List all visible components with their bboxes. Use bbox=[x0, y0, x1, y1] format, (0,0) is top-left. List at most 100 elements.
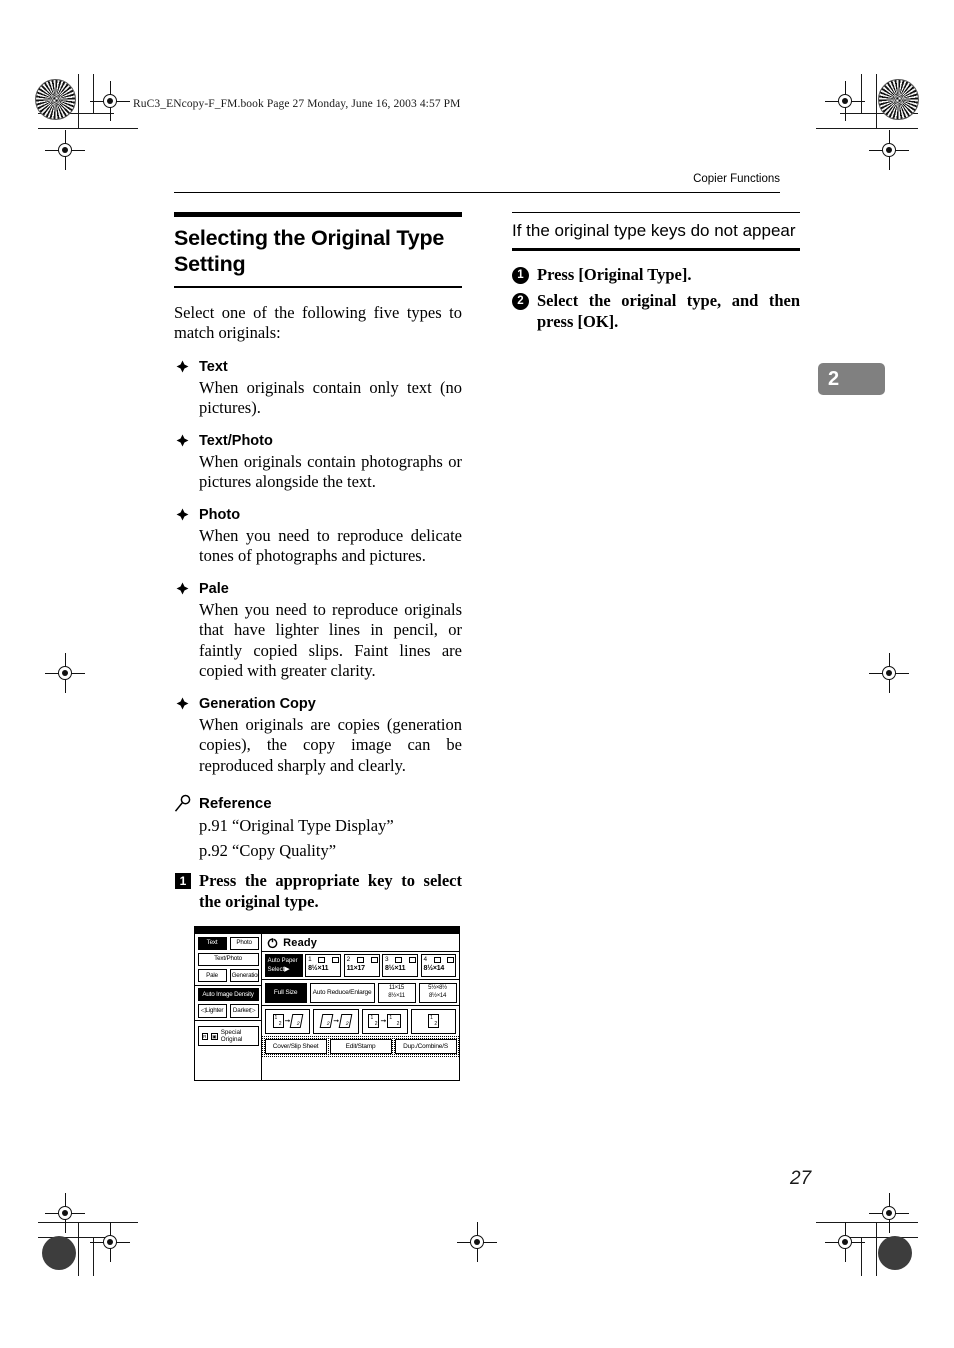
lcd-key-dup-combine-series[interactable]: Dup./Combine/S bbox=[394, 1039, 457, 1055]
lcd-key-tray-2[interactable]: 2 11×17 bbox=[343, 954, 380, 978]
lcd-key-photo[interactable]: Photo bbox=[229, 936, 259, 950]
tray-4-size: 8½×14 bbox=[423, 964, 445, 972]
right-step-2-text: Select the original type, and then press… bbox=[537, 291, 800, 331]
original-type-text-photo-desc: When originals contain photographs or pi… bbox=[199, 451, 462, 492]
diamond-bullet-icon bbox=[176, 434, 189, 447]
page-number: 27 bbox=[790, 1168, 812, 1189]
tray-sheet-icon bbox=[318, 957, 326, 964]
ratio-2-top: 5½×8½ bbox=[428, 985, 447, 992]
lcd-key-duplex-1to2[interactable]: 12 ➞ 2 bbox=[264, 1008, 311, 1034]
lcd-key-cover-slip-sheet[interactable]: Cover/Slip Sheet bbox=[264, 1039, 327, 1055]
reference-label: Reference bbox=[199, 795, 272, 813]
section-rule-top bbox=[174, 212, 462, 217]
lcd-key-generation[interactable]: Generation bbox=[229, 968, 259, 983]
book-file-header: RuC3_ENcopy-F_FM.book Page 27 Monday, Ju… bbox=[133, 98, 461, 110]
original-type-photo: Photo When you need to reproduce delicat… bbox=[174, 506, 462, 567]
original-type-photo-label: Photo bbox=[199, 506, 241, 523]
image-density-group: Auto Image Density ◁Lighter Darker▷ bbox=[195, 986, 262, 1022]
registration-mark-bottom-left-lower bbox=[90, 1222, 130, 1262]
tray-3-top: 3 bbox=[385, 956, 417, 965]
page-title: Selecting the Original Type Setting bbox=[174, 226, 445, 276]
lcd-key-auto-paper-select[interactable]: Auto Paper Select▶ bbox=[264, 954, 303, 978]
tray-3-number: 3 bbox=[385, 956, 389, 964]
lcd-key-text[interactable]: Text bbox=[197, 936, 227, 950]
registration-mark-top-left bbox=[90, 81, 130, 121]
auto-paper-select-line2: Select▶ bbox=[268, 966, 300, 975]
lcd-key-tray-3[interactable]: 3 8½×11 bbox=[382, 954, 419, 978]
lcd-key-tray-4[interactable]: 4 8½×14 bbox=[420, 954, 457, 978]
special-original-group: R ▣ Special Original bbox=[195, 1021, 261, 1049]
lcd-key-special-original[interactable]: R ▣ Special Original bbox=[197, 1026, 259, 1047]
status-bar: Ready bbox=[262, 934, 459, 953]
original-type-text-label: Text bbox=[199, 358, 228, 375]
lcd-key-ratio-2[interactable]: 5½×8½ 8½×14 bbox=[418, 982, 457, 1003]
print-control-patch-top-right bbox=[878, 79, 919, 120]
page-icon-simplex: 12 bbox=[428, 1014, 440, 1029]
ratio-1-bottom: 8½×11 bbox=[388, 992, 405, 999]
tray-4-top: 4 bbox=[424, 956, 455, 965]
original-type-text-photo-label: Text/Photo bbox=[199, 432, 273, 449]
lcd-key-combine-2to1[interactable]: 12 ➞ 12 bbox=[362, 1008, 408, 1034]
arrow-right-icon: ➞ bbox=[380, 1017, 387, 1025]
original-type-generation-copy-heading: Generation Copy bbox=[174, 695, 462, 714]
magnifier-icon bbox=[174, 794, 193, 813]
original-type-text-desc: When originals contain only text (no pic… bbox=[199, 377, 462, 418]
section-rule-bottom bbox=[174, 286, 462, 288]
lcd-key-edit-stamp[interactable]: Edit/Stamp bbox=[329, 1039, 392, 1055]
registration-mark-mid-right bbox=[869, 653, 909, 693]
original-type-generation-copy-desc: When originals are copies (generation co… bbox=[199, 714, 462, 775]
lcd-key-pale[interactable]: Pale bbox=[197, 968, 227, 983]
right-column: If the original type keys do not appear … bbox=[512, 212, 800, 338]
original-type-generation-copy: Generation Copy When originals are copie… bbox=[174, 695, 462, 777]
lcd-key-special-original-label: Special Original bbox=[220, 1029, 243, 1044]
lcd-key-auto-reduce-enlarge[interactable]: Auto Reduce/Enlarge bbox=[309, 982, 375, 1003]
tray-2-top: 2 bbox=[347, 956, 378, 965]
tray-2-number: 2 bbox=[346, 956, 351, 964]
header-rule bbox=[174, 192, 780, 194]
registration-mark-mid-left bbox=[45, 653, 85, 693]
lcd-key-text-photo[interactable]: Text/Photo bbox=[197, 952, 259, 966]
tray-sheet-icon bbox=[395, 957, 403, 964]
intro-paragraph: Select one of the following five types t… bbox=[174, 302, 462, 343]
ratio-2-bottom: 8½×14 bbox=[428, 992, 447, 999]
reference-link-1[interactable]: p.91 “Original Type Display” bbox=[174, 813, 462, 838]
diamond-bullet-icon bbox=[176, 508, 189, 521]
original-type-row-3: Pale Generation bbox=[197, 968, 259, 983]
density-adjust-row: ◁Lighter Darker▷ bbox=[197, 1004, 259, 1018]
arrow-right-icon: ➞ bbox=[333, 1017, 340, 1025]
tray-1-top: 1 bbox=[308, 956, 340, 965]
registration-mark-bottom-right-lower bbox=[825, 1222, 865, 1262]
registration-mark-bottom-right bbox=[869, 1193, 909, 1233]
original-type-pale-desc: When you need to reproduce originals tha… bbox=[199, 599, 462, 681]
lcd-key-duplex-2to2[interactable]: 2 ➞ 2 bbox=[313, 1008, 360, 1034]
auto-paper-select-line2-text: Select bbox=[267, 966, 285, 973]
tray-orientation-icon bbox=[370, 957, 378, 964]
ratio-1-top: 11×15 bbox=[389, 985, 404, 992]
reference-link-2[interactable]: p.92 “Copy Quality” bbox=[174, 838, 462, 863]
lcd-key-tray-1[interactable]: 1 8½×11 bbox=[305, 954, 342, 978]
lcd-key-full-size[interactable]: Full Size bbox=[264, 982, 307, 1003]
zoom-zone: Full Size Auto Reduce/Enlarge 11×15 8½×1… bbox=[262, 980, 459, 1007]
original-type-text-heading: Text bbox=[174, 358, 462, 377]
trim-line-top-left-v bbox=[78, 74, 80, 128]
lcd-key-darker[interactable]: Darker▷ bbox=[229, 1004, 259, 1018]
lcd-key-ratio-1[interactable]: 11×15 8½×11 bbox=[377, 982, 416, 1003]
right-step-1-text: Press [Original Type]. bbox=[537, 264, 692, 284]
lcd-key-lighter[interactable]: ◁Lighter bbox=[197, 1004, 227, 1018]
auto-paper-select-line1: Auto Paper bbox=[267, 958, 298, 965]
function-zone: Cover/Slip Sheet Edit/Stamp Dup./Combine… bbox=[262, 1036, 459, 1057]
print-control-patch-bottom-left bbox=[42, 1236, 76, 1270]
page-icon-duplex: 2 bbox=[319, 1014, 334, 1029]
duplex-key-row: 12 ➞ 2 2 ➞ 2 12 ➞ 1 2 1 2 bbox=[262, 1006, 459, 1036]
right-step-2: 2 Select the original type, and then pre… bbox=[512, 291, 800, 332]
tray-1-size: 8½×11 bbox=[308, 964, 329, 972]
tray-orientation-icon bbox=[447, 957, 455, 964]
original-type-text: Text When originals contain only text (n… bbox=[174, 358, 462, 419]
lcd-key-auto-image-density[interactable]: Auto Image Density bbox=[197, 988, 259, 1002]
lcd-key-duplex-more[interactable]: 12 bbox=[410, 1008, 457, 1034]
original-type-row-1: Text Photo bbox=[197, 936, 259, 950]
operation-panel-screenshot: Text Photo Text/Photo Pale Generation Au… bbox=[194, 926, 460, 1082]
tray-2-size: 11×17 bbox=[346, 964, 365, 972]
tray-4-number: 4 bbox=[423, 956, 428, 964]
machine-status: Ready bbox=[262, 934, 459, 951]
